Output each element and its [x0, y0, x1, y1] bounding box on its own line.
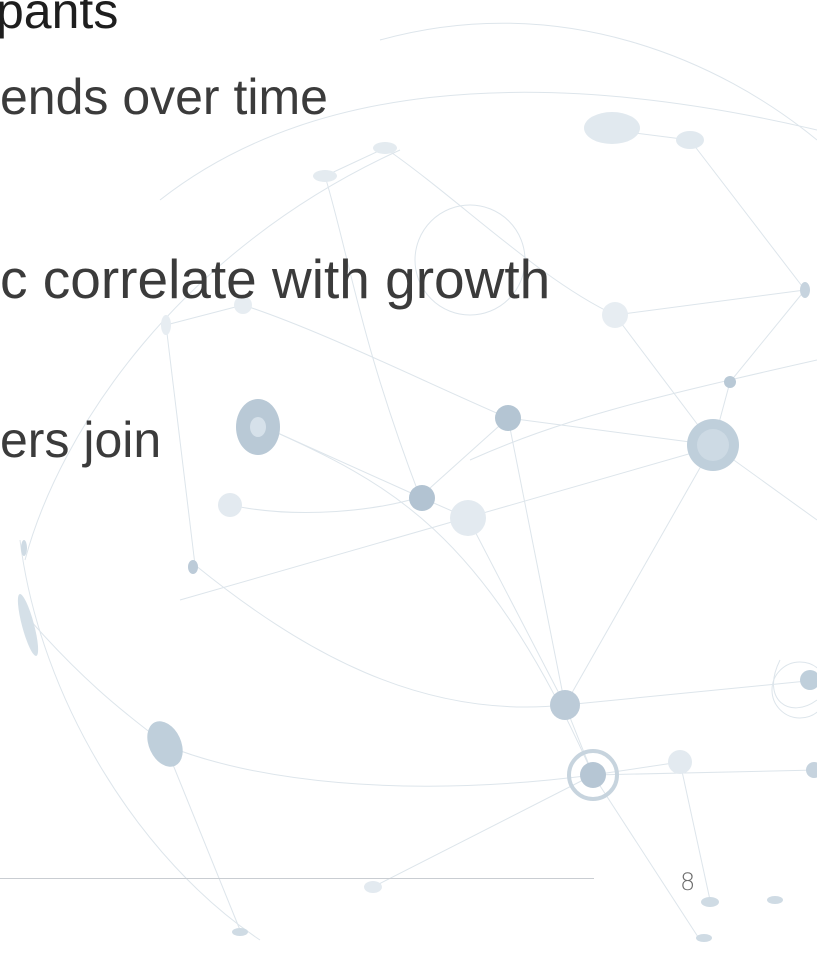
slide-title-fragment: pants	[0, 0, 118, 36]
page-number: 8	[680, 868, 696, 896]
footer-divider	[0, 878, 594, 879]
bullet-line: ends over time	[0, 69, 328, 125]
network-globe-background	[17, 22, 817, 942]
slide: pants ends over time c correlate with gr…	[0, 0, 817, 954]
bullet-line: ers join	[0, 412, 162, 468]
title-text: pants	[0, 0, 119, 39]
bullet-line: c correlate with growth	[0, 248, 551, 310]
